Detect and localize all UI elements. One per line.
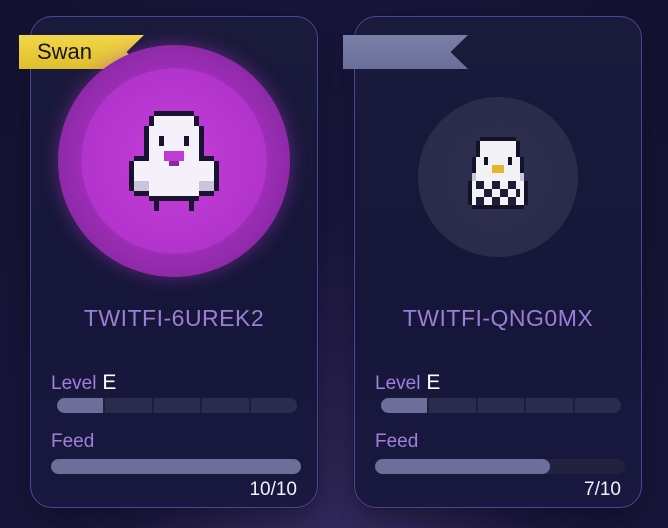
pixel-penguin-icon bbox=[468, 137, 528, 209]
level-segment bbox=[202, 398, 249, 413]
feed-progress-fill bbox=[375, 459, 550, 474]
level-segment bbox=[381, 398, 428, 413]
level-segment bbox=[57, 398, 104, 413]
rarity-label: Swan bbox=[37, 39, 93, 64]
level-segment bbox=[250, 398, 297, 413]
level-grade: E bbox=[102, 371, 117, 394]
level-label: Level bbox=[375, 373, 421, 394]
level-grade: E bbox=[426, 371, 441, 394]
level-segment bbox=[105, 398, 152, 413]
pet-name: TWITFI-6UREK2 bbox=[83, 305, 265, 331]
feed-count: 10/10 bbox=[249, 479, 297, 500]
level-label: Level bbox=[51, 373, 97, 394]
feed-count: 7/10 bbox=[584, 479, 621, 500]
pet-name: TWITFI-QNG0MX bbox=[402, 305, 594, 331]
pet-card[interactable]: Swan TWITFI-6UREK2 Level E Feed 10/10 bbox=[19, 16, 318, 508]
level-segment bbox=[477, 398, 525, 413]
feed-progress-bar bbox=[51, 459, 301, 474]
avatar bbox=[58, 45, 290, 277]
level-row: Level E bbox=[51, 371, 116, 395]
pet-card[interactable]: TWITFI-QNG0MX Level E Feed 7/10 bbox=[343, 16, 642, 508]
feed-label: Feed bbox=[51, 431, 95, 452]
level-segment bbox=[574, 398, 621, 413]
level-segment bbox=[153, 398, 201, 413]
pixel-ghost-icon bbox=[129, 111, 219, 211]
feed-label: Feed bbox=[375, 431, 419, 452]
level-progress-bar bbox=[57, 398, 297, 413]
feed-progress-bar bbox=[375, 459, 625, 474]
avatar bbox=[418, 97, 578, 257]
rarity-ribbon bbox=[343, 35, 468, 69]
level-segment bbox=[429, 398, 476, 413]
pet-card-gallery: Swan TWITFI-6UREK2 Level E Feed 10/10 TW… bbox=[0, 0, 668, 528]
level-row: Level E bbox=[375, 371, 440, 395]
feed-progress-fill bbox=[51, 459, 301, 474]
level-segment bbox=[526, 398, 573, 413]
level-progress-bar bbox=[381, 398, 621, 413]
